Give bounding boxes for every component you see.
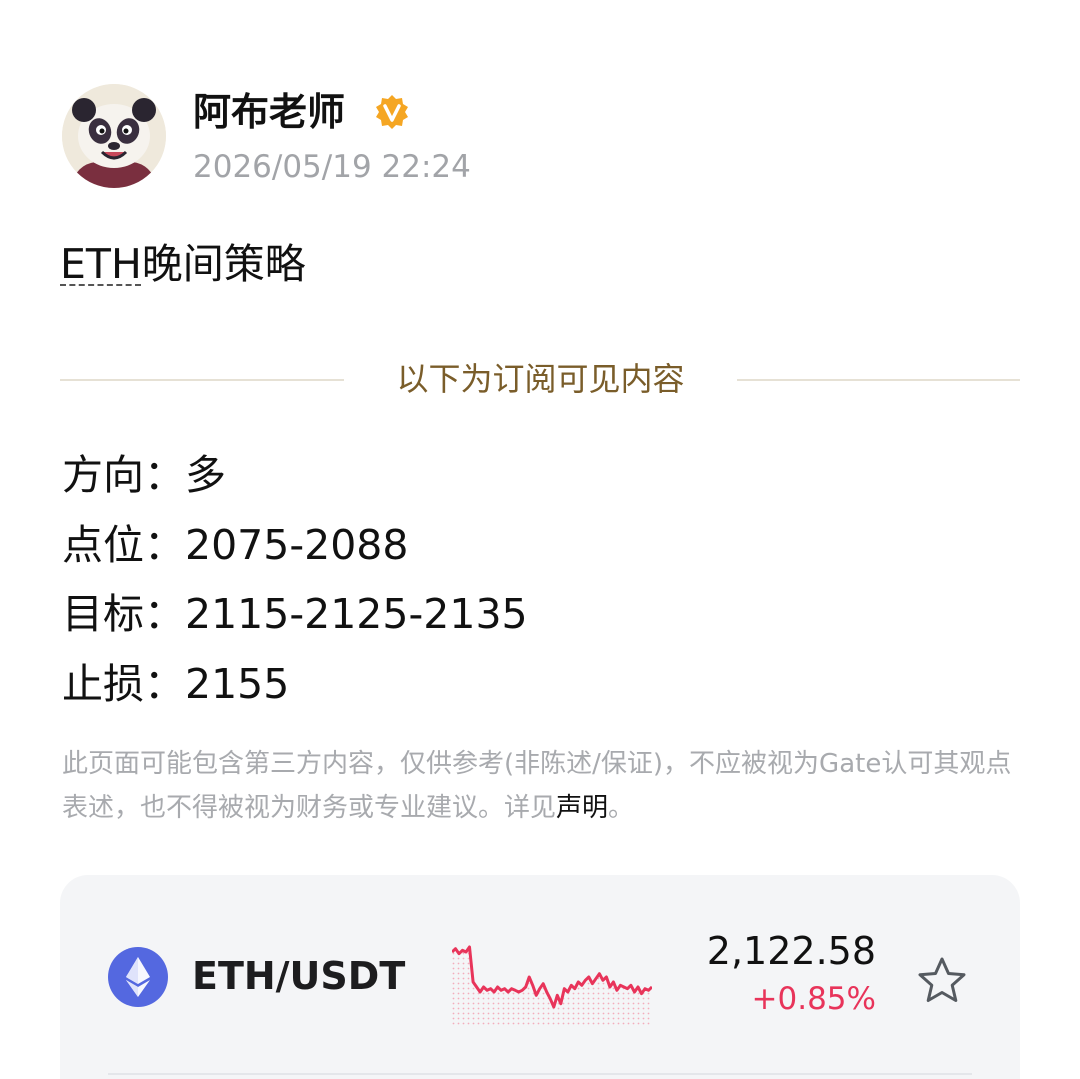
price-sparkline <box>452 945 652 1027</box>
strategy-value: 2075-2088 <box>185 521 409 569</box>
strategy-label: 点位： <box>62 521 185 569</box>
subscriber-content-divider: 以下为订阅可见内容 <box>396 360 685 398</box>
author-name[interactable]: 阿布老师 <box>193 88 345 136</box>
post-page: 阿布老师 2026/05/19 22:24 ETH晚间策略 以下为订阅可见内容 … <box>0 0 1080 1079</box>
strategy-label: 目标： <box>62 590 185 638</box>
trading-pair[interactable]: ETH/USDT <box>192 951 405 1001</box>
disclaimer-end: 。 <box>608 793 635 823</box>
post-timestamp: 2026/05/19 22:24 <box>193 149 471 185</box>
post-title: ETH晚间策略 <box>60 238 306 290</box>
strategy-direction: 方向：多 <box>62 449 226 501</box>
price-change: +0.85% <box>751 981 876 1017</box>
strategy-value: 多 <box>185 451 226 499</box>
strategy-value: 2155 <box>185 660 290 708</box>
verified-badge-icon <box>376 95 408 129</box>
strategy-value: 2115-2125-2135 <box>185 590 528 638</box>
divider-line-right <box>737 379 1020 381</box>
card-separator <box>108 1073 972 1075</box>
disclaimer-statement-link[interactable]: 声明 <box>556 793 608 823</box>
panda-avatar-image <box>62 84 166 188</box>
disclaimer: 此页面可能包含第三方内容，仅供参考(非陈述/保证)，不应被视为Gate认可其观点… <box>62 742 1022 830</box>
strategy-label: 方向： <box>62 451 185 499</box>
last-price: 2,122.58 <box>706 929 876 973</box>
author-avatar[interactable] <box>62 84 166 188</box>
ticker-card[interactable]: ETH/USDT 2,122.58 +0.85% <box>60 875 1020 1079</box>
eth-ticker-link[interactable]: ETH <box>60 240 142 288</box>
post-title-text: 晚间策略 <box>141 240 306 288</box>
strategy-stop-loss: 止损：2155 <box>62 658 289 710</box>
strategy-entry: 点位：2075-2088 <box>62 519 408 571</box>
favorite-star-icon[interactable] <box>916 955 968 1007</box>
ethereum-icon <box>108 947 168 1007</box>
divider-line-left <box>60 379 344 381</box>
strategy-label: 止损： <box>62 660 185 708</box>
disclaimer-text: 此页面可能包含第三方内容，仅供参考(非陈述/保证)，不应被视为Gate认可其观点… <box>62 749 1012 823</box>
strategy-target: 目标：2115-2125-2135 <box>62 588 528 640</box>
